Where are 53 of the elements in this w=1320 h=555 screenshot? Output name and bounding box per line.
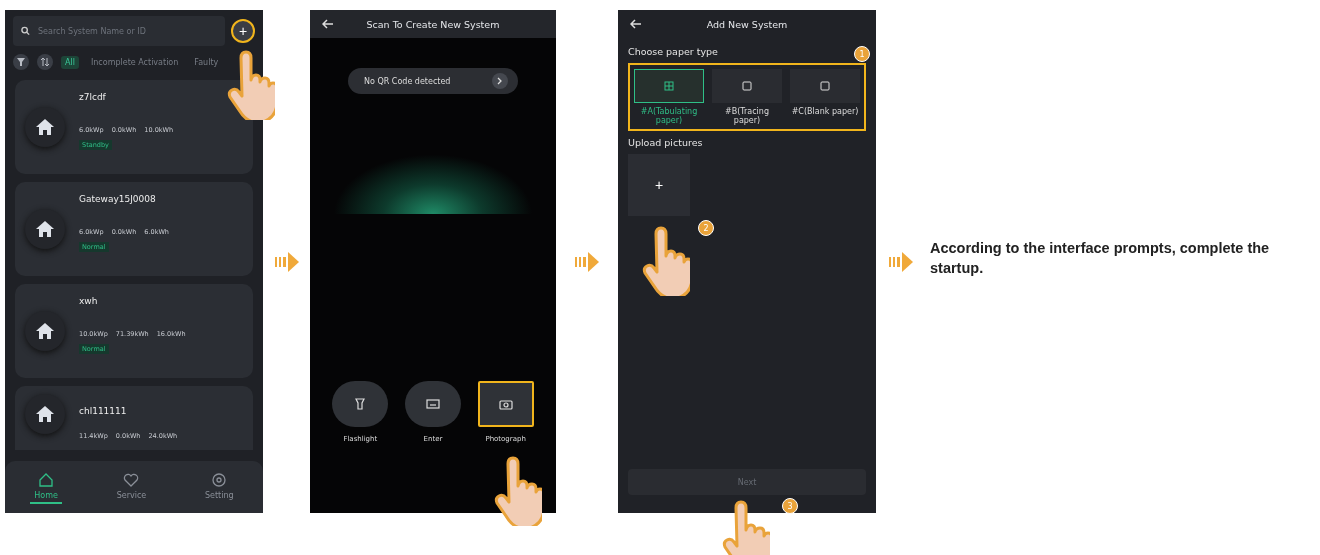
search-field[interactable]: Search System Name or ID — [13, 16, 225, 46]
sort-icon[interactable] — [37, 54, 53, 70]
back-button[interactable] — [630, 19, 642, 29]
screen-title: Add New System — [705, 18, 789, 30]
system-name: Gateway15J0008 — [79, 194, 157, 204]
pointing-hand-icon — [227, 50, 275, 120]
nav-tab[interactable]: Home — [30, 470, 62, 504]
step-badge: 3 — [782, 498, 798, 514]
arrow-icon — [274, 251, 299, 272]
service-icon — [123, 472, 140, 488]
screen-title: Scan To Create New System — [365, 18, 501, 30]
keyboard-icon — [426, 397, 440, 411]
system-name: chl111111 — [79, 406, 128, 416]
nav-tab[interactable]: Setting — [200, 470, 238, 504]
square-icon — [820, 81, 830, 91]
qr-status-pill[interactable]: No QR Code detected — [348, 68, 518, 94]
upload-button[interactable]: + — [628, 154, 690, 216]
keyboard-button[interactable] — [405, 381, 461, 427]
arrow-icon — [888, 251, 913, 272]
filter-tab[interactable]: Incomplete Activation — [86, 55, 183, 69]
house-icon — [35, 405, 55, 423]
section-heading: Choose paper type — [628, 46, 718, 57]
flashlight-button[interactable] — [332, 381, 389, 427]
flashlight-icon — [353, 397, 368, 411]
search-icon — [21, 26, 31, 36]
instruction-text: According to the interface prompts, complete the startup. — [930, 239, 1271, 278]
nav-tab[interactable]: Service — [112, 470, 151, 504]
search-input[interactable]: Search System Name or ID — [36, 25, 217, 37]
house-icon — [35, 322, 55, 340]
pointing-hand-icon — [642, 226, 690, 296]
back-button[interactable] — [322, 19, 334, 29]
step-badge: 1 — [854, 46, 870, 62]
qr-status-text: No QR Code detected — [364, 76, 451, 86]
add-system-button[interactable]: + — [231, 19, 255, 43]
pointing-hand-icon — [722, 500, 770, 555]
grid-icon — [664, 81, 674, 91]
filter-tab[interactable]: All — [61, 55, 79, 69]
filter-tab[interactable]: Faulty — [190, 55, 223, 69]
square-icon — [742, 81, 752, 91]
settings-icon — [211, 472, 228, 488]
home-icon — [38, 472, 55, 488]
chevron-icon — [492, 73, 508, 89]
house-icon — [35, 220, 55, 238]
camera-icon — [498, 397, 513, 411]
pointing-hand-icon — [494, 456, 542, 526]
camera-button[interactable] — [477, 381, 534, 427]
section-heading: Upload pictures — [628, 137, 703, 148]
arrow-icon — [575, 251, 599, 272]
house-icon — [35, 118, 55, 136]
filter-icon[interactable] — [13, 54, 29, 70]
step-badge: 2 — [698, 220, 714, 236]
system-name: z7lcdf — [79, 92, 107, 102]
system-name: xwh — [79, 296, 99, 306]
